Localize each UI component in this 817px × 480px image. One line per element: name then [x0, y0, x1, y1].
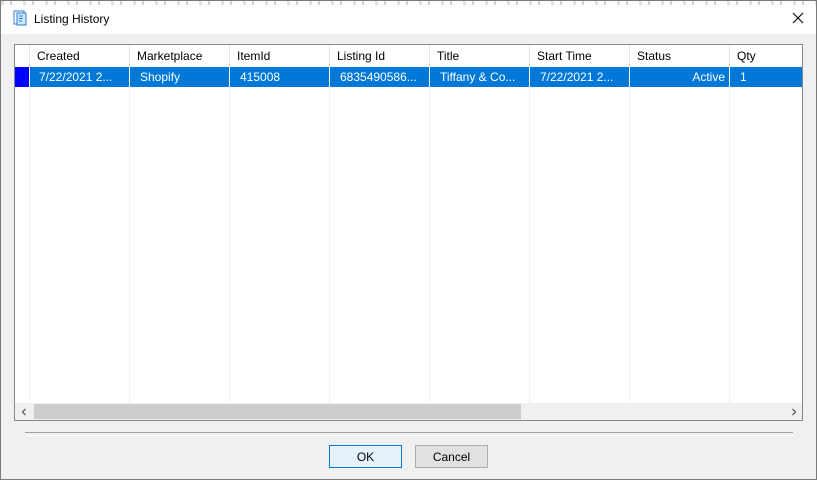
ok-button[interactable]: OK	[329, 445, 402, 468]
column-divider	[529, 87, 530, 403]
app-icon	[13, 10, 27, 26]
chevron-right-icon	[791, 408, 796, 415]
scroll-right-button[interactable]	[785, 403, 802, 420]
scroll-left-button[interactable]	[15, 403, 32, 420]
cell-title[interactable]: Tiffany & Co...	[430, 67, 530, 87]
column-divider	[229, 87, 230, 403]
listing-history-dialog: Listing History Created Marketplace Item…	[0, 0, 817, 480]
grid-header-row: Created Marketplace ItemId Listing Id Ti…	[15, 45, 802, 67]
column-divider	[429, 87, 430, 403]
close-icon	[792, 12, 804, 23]
dialog-title: Listing History	[34, 12, 110, 26]
title-bar[interactable]: Listing History	[1, 1, 816, 34]
column-header-created[interactable]: Created	[30, 45, 130, 67]
column-divider	[129, 87, 130, 403]
horizontal-scrollbar[interactable]	[15, 403, 802, 420]
column-header-status[interactable]: Status	[630, 45, 730, 67]
table-row[interactable]: 7/22/2021 2... Shopify 415008 6835490586…	[15, 67, 802, 87]
cell-status[interactable]: Active	[630, 67, 730, 87]
scroll-thumb[interactable]	[34, 404, 521, 419]
column-header-listing-id[interactable]: Listing Id	[330, 45, 430, 67]
button-separator	[25, 432, 793, 436]
cell-qty[interactable]: 1	[730, 67, 802, 87]
column-header-qty[interactable]: Qty	[730, 45, 802, 67]
close-button[interactable]	[775, 1, 816, 34]
chevron-left-icon	[21, 408, 26, 415]
row-selector[interactable]	[15, 67, 29, 87]
cancel-button[interactable]: Cancel	[415, 445, 488, 468]
cell-marketplace[interactable]: Shopify	[130, 67, 230, 87]
cell-start-time[interactable]: 7/22/2021 2...	[530, 67, 630, 87]
column-divider	[329, 87, 330, 403]
cell-listing-id[interactable]: 6835490586...	[330, 67, 430, 87]
cell-created[interactable]: 7/22/2021 2...	[30, 67, 130, 87]
column-header-marketplace[interactable]: Marketplace	[130, 45, 230, 67]
dialog-content: Created Marketplace ItemId Listing Id Ti…	[1, 34, 816, 479]
row-header-corner	[15, 45, 30, 67]
column-divider	[729, 87, 730, 403]
listing-history-grid[interactable]: Created Marketplace ItemId Listing Id Ti…	[14, 44, 803, 421]
column-header-title[interactable]: Title	[430, 45, 530, 67]
column-header-start-time[interactable]: Start Time	[530, 45, 630, 67]
background-window-strip	[1, 1, 816, 5]
cell-itemid[interactable]: 415008	[230, 67, 330, 87]
column-divider	[629, 87, 630, 403]
row-header-divider	[29, 87, 30, 403]
column-header-itemid[interactable]: ItemId	[230, 45, 330, 67]
